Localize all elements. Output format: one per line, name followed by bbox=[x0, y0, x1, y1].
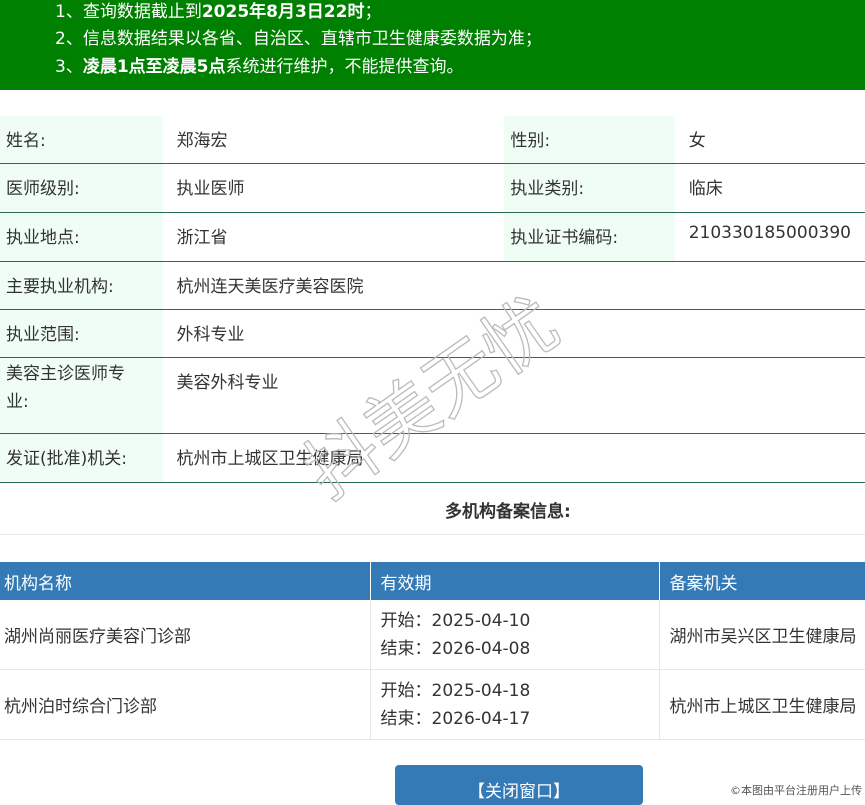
records-header-row: 机构名称 有效期 备案机关 bbox=[0, 562, 865, 600]
level-value: 执业医师 bbox=[162, 163, 505, 213]
info-row-location: 执业地点: 浙江省 执业证书编码: 210330185000390 bbox=[0, 212, 865, 262]
table-row: 湖州尚丽医疗美容门诊部 开始：2025-04-10 结束：2026-04-08 湖… bbox=[0, 600, 865, 670]
info-row-cosmetic: 美容主诊医师专 业: 美容外科专业 bbox=[0, 357, 865, 434]
category-label: 执业类别: bbox=[504, 163, 675, 213]
header-institution-name: 机构名称 bbox=[0, 562, 371, 600]
record-institution-name: 杭州泊时综合门诊部 bbox=[0, 669, 371, 740]
doctor-info-table: 姓名: 郑海宏 性别: 女 医师级别: 执业医师 执业类别: 临床 执业地点: … bbox=[0, 116, 865, 483]
scope-value: 外科专业 bbox=[162, 309, 865, 358]
issuer-value: 杭州市上城区卫生健康局 bbox=[162, 433, 865, 483]
multi-institution-title: 多机构备案信息: bbox=[445, 502, 571, 522]
scope-label: 执业范围: bbox=[0, 309, 163, 358]
notice-line-3: 3、凌晨1点至凌晨5点系统进行维护，不能提供查询。 bbox=[55, 57, 464, 77]
name-value: 郑海宏 bbox=[162, 116, 505, 164]
info-row-scope: 执业范围: 外科专业 bbox=[0, 309, 865, 358]
multi-institution-table: 机构名称 有效期 备案机关 湖州尚丽医疗美容门诊部 开始：2025-04-10 结… bbox=[0, 562, 865, 740]
record-authority: 湖州市吴兴区卫生健康局 bbox=[659, 600, 865, 670]
info-row-name: 姓名: 郑海宏 性别: 女 bbox=[0, 116, 865, 164]
cert-label: 执业证书编码: bbox=[504, 212, 675, 262]
record-validity: 开始：2025-04-18 结束：2026-04-17 bbox=[370, 669, 660, 740]
record-validity: 开始：2025-04-10 结束：2026-04-08 bbox=[370, 600, 660, 670]
info-row-issuer: 发证(批准)机关: 杭州市上城区卫生健康局 bbox=[0, 433, 865, 483]
institution-label: 主要执业机构: bbox=[0, 261, 163, 310]
record-authority: 杭州市上城区卫生健康局 bbox=[659, 669, 865, 740]
gender-label: 性别: bbox=[504, 116, 675, 164]
notice-banner: 1、查询数据截止到2025年8月3日22时； 2、信息数据结果以各省、自治区、直… bbox=[0, 0, 865, 90]
cert-value: 210330185000390 bbox=[674, 212, 865, 262]
category-value: 临床 bbox=[674, 163, 865, 213]
header-validity: 有效期 bbox=[370, 562, 660, 600]
name-label: 姓名: bbox=[0, 116, 163, 164]
upload-credit: ©本图由平台注册用户上传 bbox=[730, 784, 862, 797]
divider bbox=[0, 534, 865, 535]
record-institution-name: 湖州尚丽医疗美容门诊部 bbox=[0, 600, 371, 670]
location-value: 浙江省 bbox=[162, 212, 505, 262]
location-label: 执业地点: bbox=[0, 212, 163, 262]
issuer-label: 发证(批准)机关: bbox=[0, 433, 163, 483]
cosmetic-value: 美容外科专业 bbox=[162, 357, 865, 434]
gender-value: 女 bbox=[674, 116, 865, 164]
institution-value: 杭州连天美医疗美容医院 bbox=[162, 261, 865, 310]
notice-line-2: 2、信息数据结果以各省、自治区、直辖市卫生健康委数据为准； bbox=[55, 29, 542, 49]
table-row: 杭州泊时综合门诊部 开始：2025-04-18 结束：2026-04-17 杭州市… bbox=[0, 669, 865, 740]
notice-line-1: 1、查询数据截止到2025年8月3日22时； bbox=[55, 2, 382, 22]
header-authority: 备案机关 bbox=[659, 562, 865, 600]
cosmetic-label: 美容主诊医师专 业: bbox=[0, 357, 163, 434]
level-label: 医师级别: bbox=[0, 163, 163, 213]
info-row-institution: 主要执业机构: 杭州连天美医疗美容医院 bbox=[0, 261, 865, 310]
close-window-button[interactable]: 【关闭窗口】 bbox=[395, 765, 643, 805]
info-row-level: 医师级别: 执业医师 执业类别: 临床 bbox=[0, 163, 865, 213]
